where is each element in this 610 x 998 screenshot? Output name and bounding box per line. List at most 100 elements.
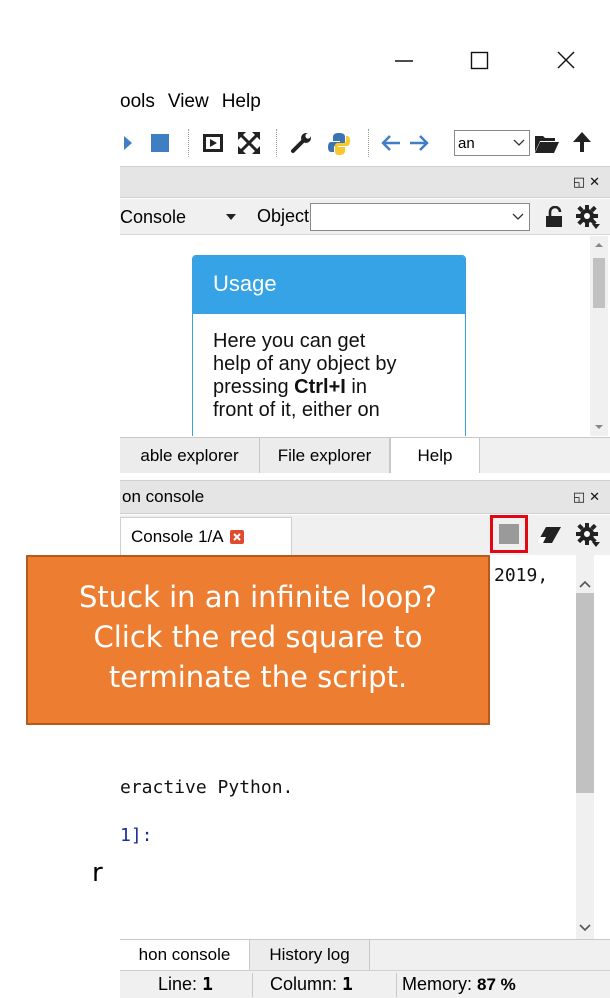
scroll-thumb[interactable]: [576, 593, 594, 793]
usage-text-line: pressing Ctrl+I in: [213, 376, 455, 399]
menu-tools[interactable]: ools: [120, 91, 155, 113]
scroll-thumb[interactable]: [593, 258, 605, 308]
stop-square-icon: [499, 524, 519, 544]
chevron-down-icon: [513, 139, 525, 146]
working-directory-combo[interactable]: an: [454, 130, 530, 156]
arrow-up-icon: [573, 132, 591, 152]
usage-text-line: front of it, either on: [213, 399, 380, 421]
caret-down-icon: [226, 214, 236, 220]
console-line: eractive Python.: [120, 777, 294, 798]
close-window-button[interactable]: [546, 40, 586, 80]
status-memory-value: 87 %: [477, 975, 516, 994]
parent-directory-button[interactable]: [568, 129, 596, 157]
source-value: Console: [120, 206, 187, 227]
tab-help[interactable]: Help: [390, 438, 480, 473]
gear-icon: [576, 205, 600, 229]
status-column-value: 1: [342, 974, 353, 995]
tab-history-log[interactable]: History log: [250, 940, 370, 970]
run-cell-button[interactable]: [122, 129, 134, 157]
stop-debug-button[interactable]: [146, 129, 174, 157]
help-scrollbar[interactable]: [590, 236, 608, 436]
arrow-right-icon: [410, 135, 429, 151]
scroll-down-icon[interactable]: [576, 921, 594, 935]
usage-text-line: help of any object by: [213, 353, 397, 375]
close-icon: [557, 51, 575, 69]
status-bar: Line: 1 Column: 1 Memory: 87 %: [120, 970, 610, 998]
status-column: Column: 1: [270, 974, 353, 995]
run-arrow-icon: [124, 136, 132, 150]
stray-text: r: [92, 858, 103, 888]
console-tab-label: Console 1/A: [131, 526, 224, 546]
console-tabs-row: Console 1/A: [120, 515, 610, 555]
minimize-icon: [395, 60, 413, 62]
status-memory: Memory: 87 %: [402, 974, 516, 995]
wrench-icon: [291, 133, 311, 153]
forward-button[interactable]: [406, 129, 432, 157]
maximize-icon: [470, 51, 489, 70]
help-options-button[interactable]: [572, 203, 604, 231]
minimize-button[interactable]: [384, 40, 424, 80]
callout-line: terminate the script.: [108, 660, 408, 694]
undock-close-icon[interactable]: ◱✕: [573, 174, 604, 190]
usage-card: Usage Here you can get help of any objec…: [192, 255, 466, 436]
callout-line: Stuck in an infinite loop?: [78, 580, 438, 614]
stop-icon: [151, 134, 169, 152]
maximize-pane-button[interactable]: [198, 129, 228, 157]
menu-view[interactable]: View: [168, 91, 209, 113]
bottom-pane-tabs: hon console History log: [120, 939, 610, 970]
console-scrollbar[interactable]: [576, 555, 594, 939]
object-label: Object: [257, 206, 310, 226]
close-tab-icon[interactable]: [229, 529, 244, 544]
usage-text-fragment: in: [345, 376, 367, 398]
preferences-button[interactable]: [286, 129, 316, 157]
top-pane-tabs: able explorer File explorer Help: [120, 437, 610, 473]
folder-open-icon: [535, 136, 559, 153]
scroll-up-icon[interactable]: [590, 238, 608, 252]
unlock-icon: [546, 206, 562, 227]
eraser-icon: [537, 527, 561, 543]
python-path-button[interactable]: [324, 129, 354, 157]
undock-close-icon[interactable]: ◱✕: [573, 489, 604, 505]
usage-body: Here you can get help of any object by p…: [193, 314, 465, 422]
object-input[interactable]: [310, 203, 530, 231]
callout-line: Click the red square to: [93, 620, 423, 654]
menu-help[interactable]: Help: [222, 91, 261, 113]
tab-variable-explorer[interactable]: able explorer: [120, 438, 260, 473]
source-combo[interactable]: Console: [120, 203, 244, 231]
status-line-label: Line:: [158, 974, 198, 994]
fullscreen-button[interactable]: [234, 129, 264, 157]
tab-file-explorer[interactable]: File explorer: [260, 438, 390, 473]
fullscreen-icon: [238, 132, 260, 154]
console-prompt: 1]:: [120, 825, 153, 846]
toolbar: an: [120, 121, 610, 165]
object-input-value: [311, 204, 314, 221]
tab-ipython-console[interactable]: hon console: [120, 940, 250, 970]
scroll-down-icon[interactable]: [590, 420, 608, 434]
help-pane-titlebar: ◱✕: [120, 166, 610, 198]
console-pane-titlebar: on console ◱✕: [120, 480, 610, 514]
interrupt-kernel-button[interactable]: [490, 515, 528, 553]
status-line: Line: 1: [158, 974, 213, 995]
console-pane-title: on console: [122, 487, 205, 506]
lock-button[interactable]: [540, 203, 568, 231]
shortcut-text: Ctrl+I: [294, 376, 346, 398]
maximize-pane-icon: [203, 134, 223, 152]
working-directory-value: an: [458, 134, 475, 152]
usage-text-fragment: pressing: [213, 376, 295, 398]
callout-box: Stuck in an infinite loop? Click the red…: [26, 555, 490, 725]
chevron-down-icon: [512, 213, 524, 220]
back-button[interactable]: [378, 129, 404, 157]
status-column-label: Column:: [270, 974, 338, 994]
console-options-button[interactable]: [572, 521, 604, 549]
console-line: 2019,: [494, 565, 549, 586]
gear-icon: [576, 523, 600, 547]
console-tab[interactable]: Console 1/A: [120, 517, 292, 555]
clear-console-button[interactable]: [534, 521, 564, 549]
usage-title: Usage: [193, 256, 465, 314]
maximize-button[interactable]: [460, 40, 500, 80]
scroll-up-icon[interactable]: [576, 577, 594, 591]
help-content: Usage Here you can get help of any objec…: [120, 236, 590, 436]
browse-directory-button[interactable]: [532, 129, 562, 157]
python-icon: [328, 133, 350, 155]
status-line-value: 1: [202, 974, 213, 995]
